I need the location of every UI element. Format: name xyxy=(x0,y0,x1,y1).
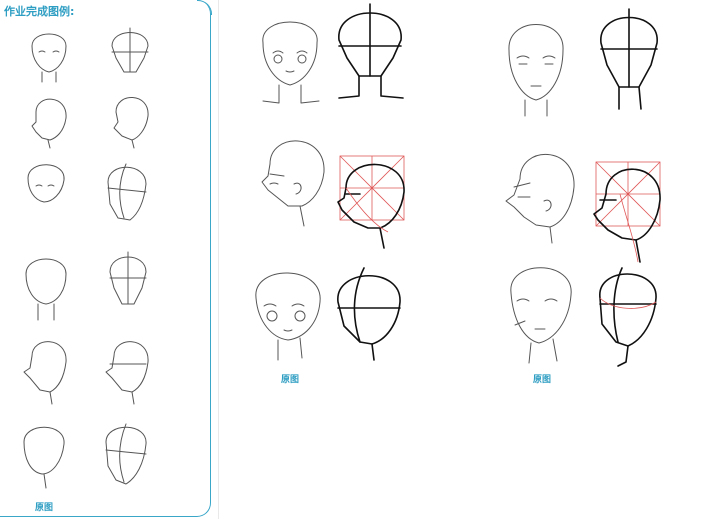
thumb-side-block xyxy=(113,97,149,149)
boy-3q-block xyxy=(599,267,657,367)
girl-front-original xyxy=(262,21,320,104)
thumb-side-girl xyxy=(31,98,67,149)
thumb-3q-boy-block xyxy=(105,423,147,485)
boy-side-original xyxy=(505,154,575,244)
middle-caption: 原图 xyxy=(281,375,300,385)
thumb-side-boy-block xyxy=(105,341,149,405)
left-caption: 原图 xyxy=(35,503,54,513)
thumb-3q-boy xyxy=(23,426,65,489)
girl-side-original xyxy=(261,140,325,227)
thumb-3q-girl xyxy=(27,164,65,203)
thumb-front-boy-block xyxy=(109,251,147,305)
thumb-front-girl xyxy=(31,33,67,83)
boy-front-original xyxy=(508,24,564,117)
boy-3q-original xyxy=(510,267,572,364)
thumb-front-block xyxy=(111,27,149,73)
girl-3q-block xyxy=(337,267,401,361)
girl-front-block xyxy=(338,3,404,99)
girl-3q-original xyxy=(255,272,321,361)
thumb-3q-block xyxy=(107,163,147,221)
right-caption: 原图 xyxy=(533,375,552,385)
panel-title: 作业完成图例: xyxy=(4,5,75,18)
boy-front-block xyxy=(600,8,658,110)
thumb-side-boy xyxy=(23,341,67,405)
thumb-front-boy xyxy=(25,258,67,321)
boy-side-block xyxy=(593,161,661,263)
girl-side-block xyxy=(337,155,405,249)
panel-divider xyxy=(218,0,219,519)
